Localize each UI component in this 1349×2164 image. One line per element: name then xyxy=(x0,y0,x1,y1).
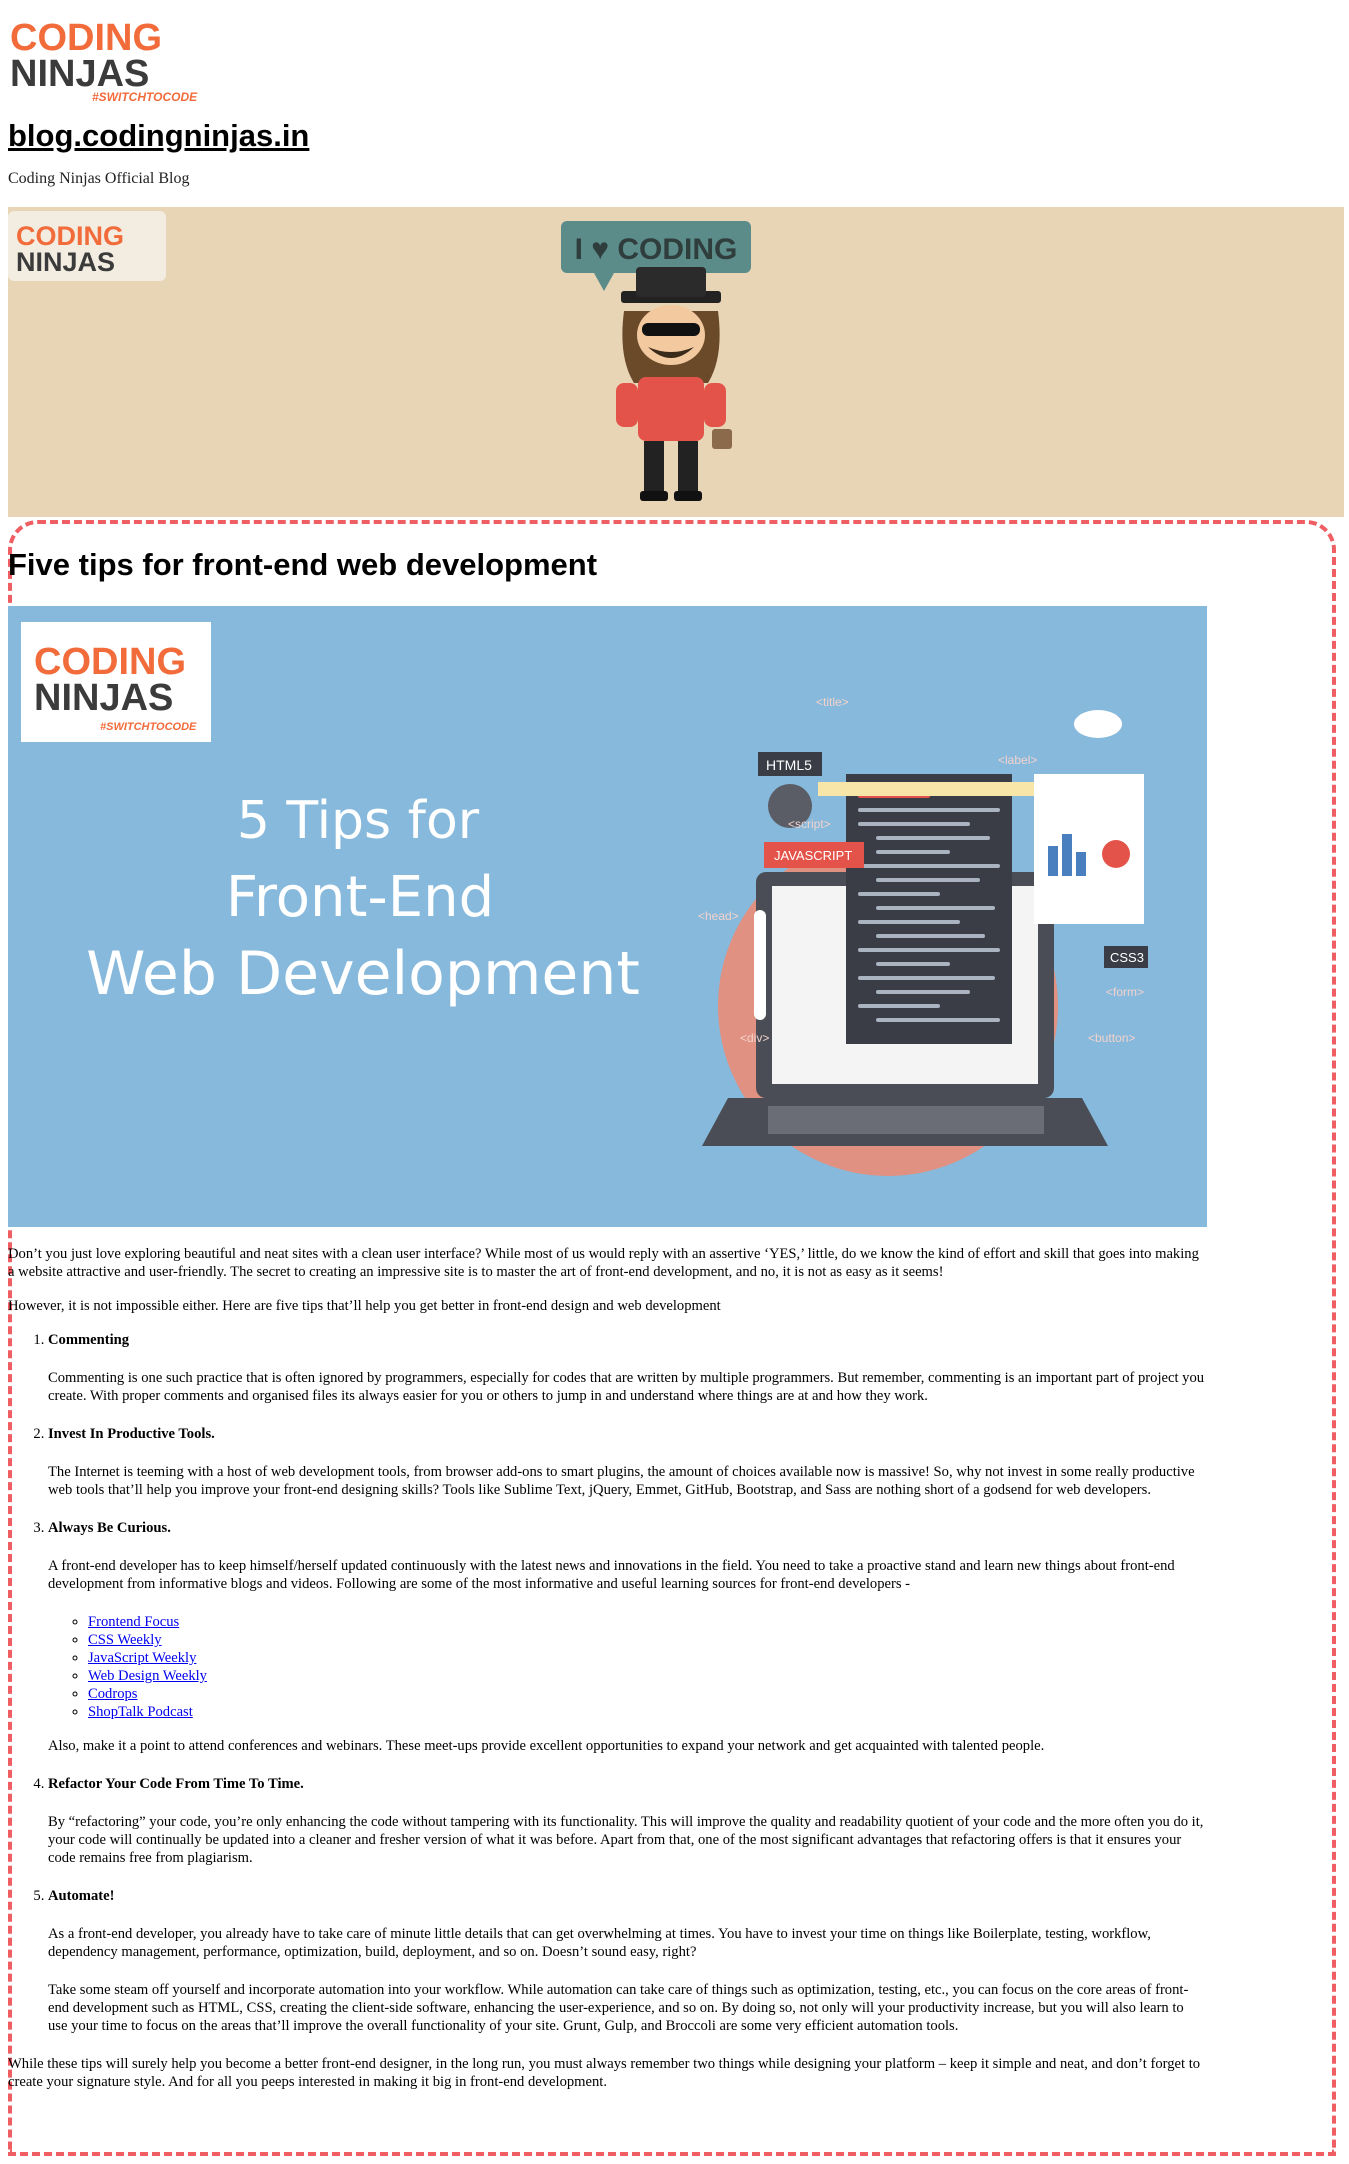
list-item: Codrops xyxy=(88,1685,1206,1703)
site-logo[interactable]: CODING NINJAS #SWITCHTOCODE xyxy=(8,10,218,102)
list-item: ShopTalk Podcast xyxy=(88,1703,1206,1721)
list-item: CSS Weekly xyxy=(88,1631,1206,1649)
tip-item-curious: Always Be Curious. A front-end developer… xyxy=(48,1519,1206,1755)
tag-css3: CSS3 xyxy=(1110,950,1144,965)
tip-paragraph: Also, make it a point to attend conferen… xyxy=(48,1738,1045,1754)
tip-paragraph: Take some steam off yourself and incorpo… xyxy=(48,1982,1189,2034)
tip-paragraph: Commenting is one such practice that is … xyxy=(48,1370,1205,1404)
intro-paragraph-2: However, it is not impossible either. He… xyxy=(8,1298,721,1314)
tip-heading: Always Be Curious. xyxy=(48,1520,171,1536)
tip-item-automate: Automate! As a front-end developer, you … xyxy=(48,1887,1206,2035)
tip-heading: Invest In Productive Tools. xyxy=(48,1426,215,1442)
tip-heading: Automate! xyxy=(48,1888,115,1904)
link-frontend-focus[interactable]: Frontend Focus xyxy=(88,1614,179,1630)
hero-headline-3: Web Development xyxy=(86,939,640,1009)
intro-paragraph-1: Don’t you just love exploring beautiful … xyxy=(8,1246,1199,1280)
link-codrops[interactable]: Codrops xyxy=(88,1686,137,1702)
logo-hashtag: #SWITCHTOCODE xyxy=(92,90,198,102)
tip-paragraph: As a front-end developer, you already ha… xyxy=(48,1926,1151,1960)
link-css-weekly[interactable]: CSS Weekly xyxy=(88,1632,162,1648)
logo-text-bottom: NINJAS xyxy=(10,53,149,95)
site-tagline: Coding Ninjas Official Blog xyxy=(8,170,190,187)
tag-div: <div> xyxy=(740,1031,769,1045)
tag-button: <button> xyxy=(1088,1031,1135,1045)
tag-script: <script> xyxy=(788,817,831,831)
link-web-design-weekly[interactable]: Web Design Weekly xyxy=(88,1668,207,1684)
site-title: blog.codingninjas.in xyxy=(8,118,309,154)
closing-paragraph: While these tips will surely help you be… xyxy=(8,2056,1201,2090)
hero-logo-hashtag: #SWITCHTOCODE xyxy=(100,721,197,733)
header-banner-image: CODING NINJAS I ♥ CODING xyxy=(8,207,1344,517)
post-title: Five tips for front-end web development xyxy=(8,547,598,582)
tip-paragraph: By “refactoring” your code, you’re only … xyxy=(48,1814,1204,1866)
tag-javascript: JAVASCRIPT xyxy=(774,848,852,863)
learning-sources-list: Frontend Focus CSS Weekly JavaScript Wee… xyxy=(48,1613,1206,1721)
hero-logo-bottom: NINJAS xyxy=(34,677,173,719)
hero-headline-2: Front-End xyxy=(226,865,494,930)
tag-html5: HTML5 xyxy=(766,757,812,773)
hero-headline-1: 5 Tips for xyxy=(237,791,480,851)
tip-heading: Refactor Your Code From Time To Time. xyxy=(48,1776,304,1792)
tip-item-tools: Invest In Productive Tools. The Internet… xyxy=(48,1425,1206,1499)
banner-logo-bottom: NINJAS xyxy=(16,247,115,277)
site-title-link[interactable]: blog.codingninjas.in xyxy=(8,118,309,153)
tip-heading: Commenting xyxy=(48,1332,130,1348)
list-item: Frontend Focus xyxy=(88,1613,1206,1631)
tag-label: <label> xyxy=(998,753,1037,767)
post-hero-image: CODING NINJAS #SWITCHTOCODE 5 Tips for F… xyxy=(8,606,1207,1227)
link-javascript-weekly[interactable]: JavaScript Weekly xyxy=(88,1650,196,1666)
tips-list: Commenting Commenting is one such practi… xyxy=(8,1331,1206,2035)
speech-bubble-text: I ♥ CODING xyxy=(575,233,738,266)
tag-head: <head> xyxy=(698,909,739,923)
list-item: Web Design Weekly xyxy=(88,1667,1206,1685)
tip-paragraph: The Internet is teeming with a host of w… xyxy=(48,1464,1195,1498)
list-item: JavaScript Weekly xyxy=(88,1649,1206,1667)
tag-title: <title> xyxy=(816,695,849,709)
tip-item-commenting: Commenting Commenting is one such practi… xyxy=(48,1331,1206,1405)
link-shoptalk-podcast[interactable]: ShopTalk Podcast xyxy=(88,1704,193,1720)
post-content: Don’t you just love exploring beautiful … xyxy=(8,1245,1206,2107)
tip-item-refactor: Refactor Your Code From Time To Time. By… xyxy=(48,1775,1206,1867)
tag-form: <form> xyxy=(1106,985,1144,999)
tip-paragraph: A front-end developer has to keep himsel… xyxy=(48,1558,1175,1592)
